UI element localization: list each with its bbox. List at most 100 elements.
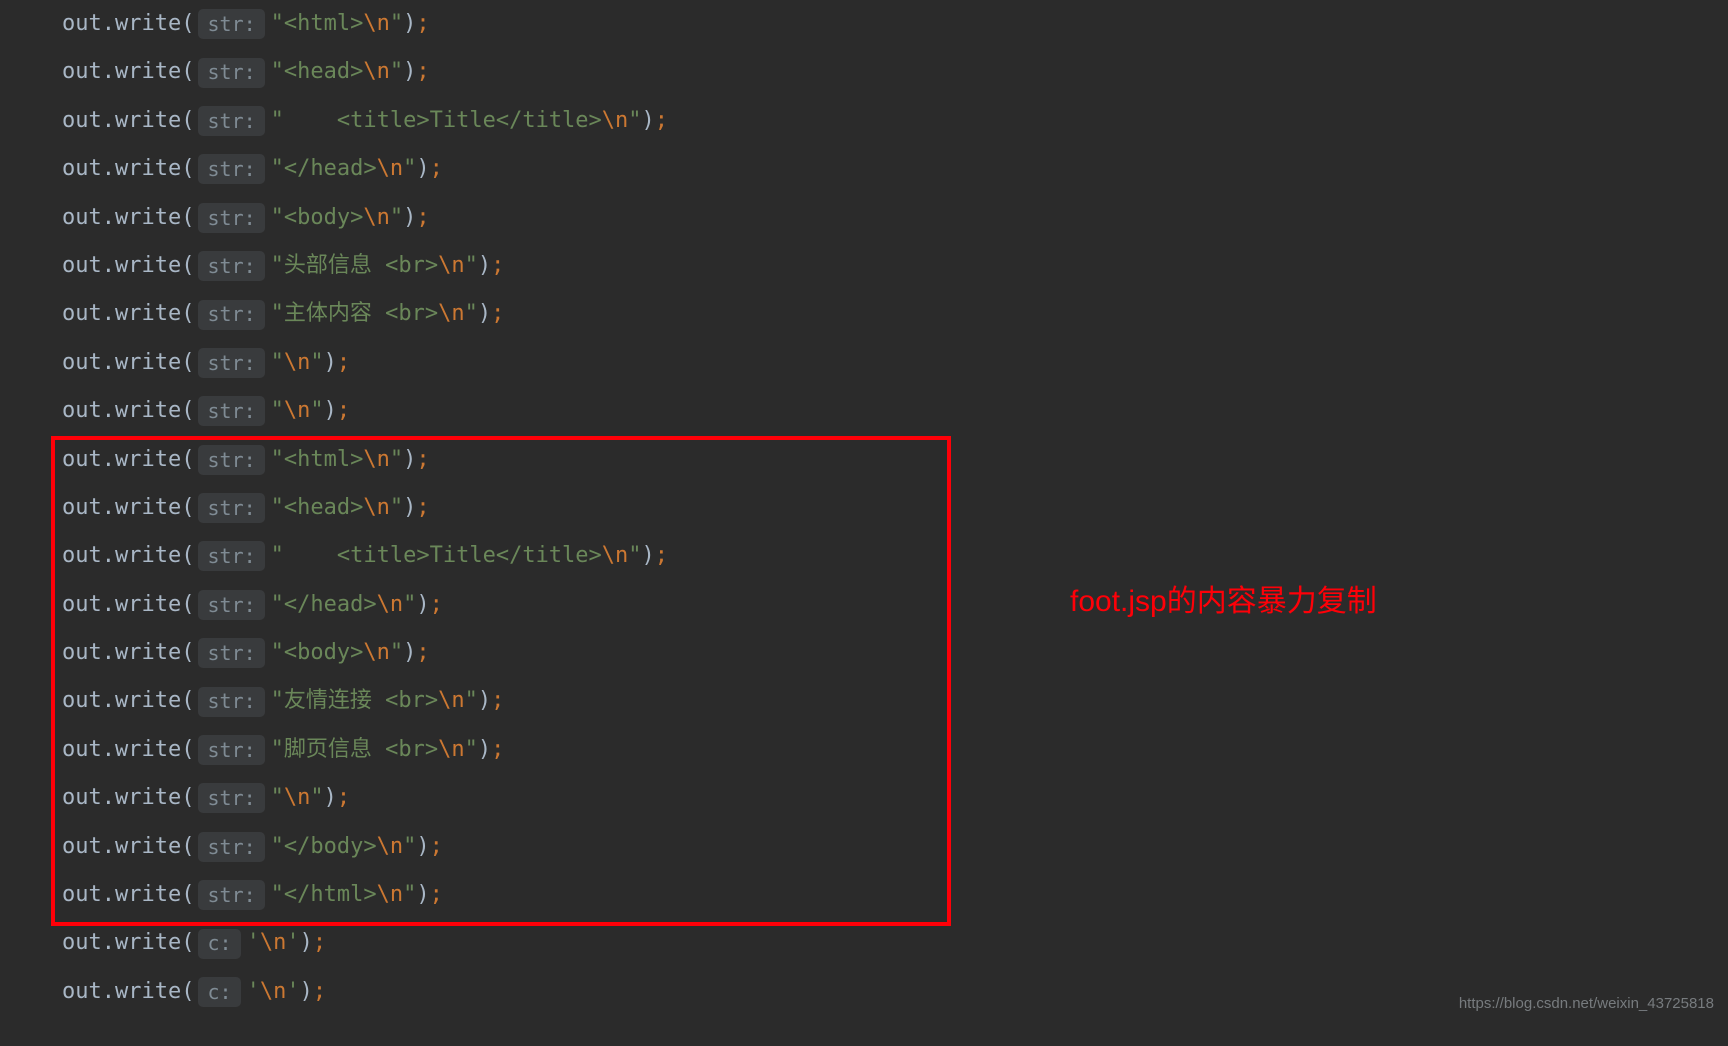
code-line[interactable]: out.write(str: "</head>\n");	[62, 145, 1728, 193]
escape-seq: \n	[377, 871, 404, 919]
paren-open: (	[181, 871, 194, 919]
semicolon: ;	[416, 194, 429, 242]
param-hint: str:	[198, 493, 264, 523]
code-line[interactable]: out.write(str: "<head>\n");	[62, 48, 1728, 96]
semicolon: ;	[430, 871, 443, 919]
param-hint: str:	[198, 687, 264, 717]
object-ref: out	[62, 774, 102, 822]
string-close: '	[286, 919, 299, 967]
string-open: "	[271, 484, 284, 532]
code-line[interactable]: out.write(str: "\n");	[62, 387, 1728, 435]
escape-seq: \n	[377, 581, 404, 629]
annotation-text: foot.jsp的内容暴力复制	[1070, 576, 1377, 620]
escape-seq: \n	[377, 145, 404, 193]
code-line[interactable]: out.write(c: '\n');	[62, 919, 1728, 967]
dot: .	[102, 0, 115, 48]
param-hint: c:	[198, 977, 240, 1007]
code-line[interactable]: out.write(str: "头部信息 <br>\n");	[62, 242, 1728, 290]
object-ref: out	[62, 97, 102, 145]
escape-seq: \n	[438, 677, 465, 725]
object-ref: out	[62, 823, 102, 871]
code-line[interactable]: out.write(str: "脚页信息 <br>\n");	[62, 726, 1728, 774]
param-hint: str:	[198, 106, 264, 136]
escape-seq: \n	[284, 387, 311, 435]
paren-open: (	[181, 581, 194, 629]
paren-open: (	[181, 242, 194, 290]
paren-close: )	[478, 726, 491, 774]
semicolon: ;	[416, 48, 429, 96]
paren-close: )	[403, 0, 416, 48]
semicolon: ;	[491, 677, 504, 725]
string-content: <head>	[284, 48, 363, 96]
object-ref: out	[62, 871, 102, 919]
object-ref: out	[62, 290, 102, 338]
paren-close: )	[642, 532, 655, 580]
param-hint: str:	[198, 590, 264, 620]
object-ref: out	[62, 484, 102, 532]
paren-open: (	[181, 774, 194, 822]
code-line[interactable]: out.write(str: "</html>\n");	[62, 871, 1728, 919]
paren-close: )	[478, 242, 491, 290]
string-open: "	[271, 0, 284, 48]
string-close: "	[465, 290, 478, 338]
code-line[interactable]: out.write(str: "主体内容 <br>\n");	[62, 290, 1728, 338]
code-line[interactable]: out.write(str: "\n");	[62, 774, 1728, 822]
paren-close: )	[403, 436, 416, 484]
object-ref: out	[62, 339, 102, 387]
paren-open: (	[181, 968, 194, 1016]
code-line[interactable]: out.write(str: " <title>Title</title>\n"…	[62, 97, 1728, 145]
string-open: "	[271, 339, 284, 387]
paren-close: )	[403, 629, 416, 677]
method-name: write	[115, 726, 181, 774]
semicolon: ;	[655, 97, 668, 145]
object-ref: out	[62, 145, 102, 193]
method-name: write	[115, 145, 181, 193]
paren-open: (	[181, 0, 194, 48]
paren-open: (	[181, 629, 194, 677]
code-editor[interactable]: out.write(str: "\n");out.write(str: "<ht…	[0, 0, 1728, 1016]
paren-open: (	[181, 484, 194, 532]
object-ref: out	[62, 677, 102, 725]
semicolon: ;	[313, 968, 326, 1016]
string-open: "	[271, 436, 284, 484]
escape-seq: \n	[602, 97, 629, 145]
object-ref: out	[62, 581, 102, 629]
code-line[interactable]: out.write(str: " <title>Title</title>\n"…	[62, 532, 1728, 580]
code-line[interactable]: out.write(str: "<head>\n");	[62, 484, 1728, 532]
paren-close: )	[403, 48, 416, 96]
code-line[interactable]: out.write(str: "<html>\n");	[62, 0, 1728, 48]
method-name: write	[115, 919, 181, 967]
code-line[interactable]: out.write(str: "友情连接 <br>\n");	[62, 677, 1728, 725]
dot: .	[102, 677, 115, 725]
paren-open: (	[181, 532, 194, 580]
code-line[interactable]: out.write(str: "</body>\n");	[62, 823, 1728, 871]
code-line[interactable]: out.write(str: "<body>\n");	[62, 194, 1728, 242]
paren-close: )	[416, 823, 429, 871]
semicolon: ;	[491, 290, 504, 338]
semicolon: ;	[337, 339, 350, 387]
code-line[interactable]: out.write(str: "<html>\n");	[62, 436, 1728, 484]
string-content: 脚页信息 <br>	[284, 726, 438, 774]
string-content: 主体内容 <br>	[284, 290, 438, 338]
param-hint: str:	[198, 735, 264, 765]
escape-seq: \n	[438, 290, 465, 338]
object-ref: out	[62, 242, 102, 290]
code-line[interactable]: out.write(str: "\n");	[62, 339, 1728, 387]
escape-seq: \n	[363, 484, 390, 532]
paren-open: (	[181, 919, 194, 967]
object-ref: out	[62, 629, 102, 677]
semicolon: ;	[416, 629, 429, 677]
string-close: "	[403, 823, 416, 871]
string-content: <html>	[284, 436, 363, 484]
code-line[interactable]: out.write(str: "<body>\n");	[62, 629, 1728, 677]
paren-open: (	[181, 290, 194, 338]
string-close: "	[390, 194, 403, 242]
object-ref: out	[62, 436, 102, 484]
dot: .	[102, 484, 115, 532]
semicolon: ;	[416, 436, 429, 484]
method-name: write	[115, 290, 181, 338]
escape-seq: \n	[363, 194, 390, 242]
code-line[interactable]: out.write(str: "</head>\n");	[62, 581, 1728, 629]
paren-close: )	[403, 194, 416, 242]
object-ref: out	[62, 387, 102, 435]
